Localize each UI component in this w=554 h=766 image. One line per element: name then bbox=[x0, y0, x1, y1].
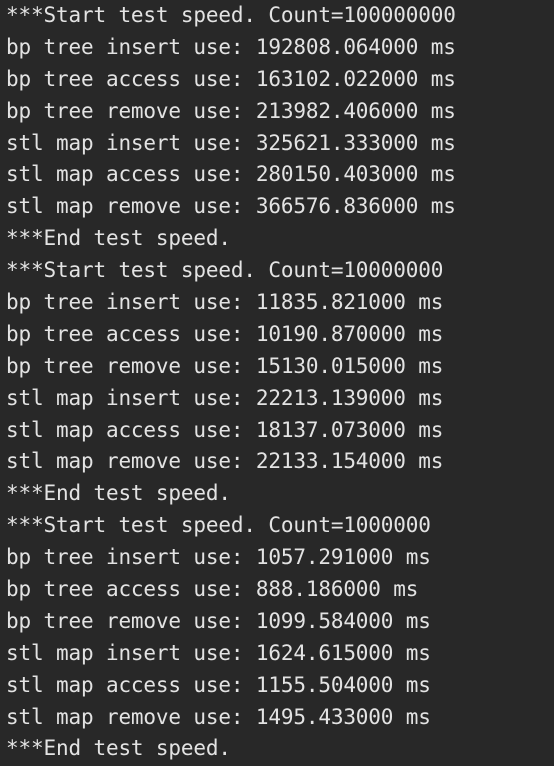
output-line-start: ***Start test speed. Count=1000000 bbox=[6, 513, 431, 538]
output-line: stl map access use: 280150.403000 ms bbox=[6, 162, 456, 187]
output-line: stl map remove use: 1495.433000 ms bbox=[6, 704, 431, 729]
output-line: stl map insert use: 1624.615000 ms bbox=[6, 640, 431, 665]
output-line: bp tree access use: 163102.022000 ms bbox=[6, 66, 456, 91]
output-line: stl map insert use: 325621.333000 ms bbox=[6, 130, 456, 155]
terminal-output[interactable]: ***Start test speed. Count=100000000 bp … bbox=[0, 0, 554, 766]
output-line: bp tree remove use: 1099.584000 ms bbox=[6, 608, 431, 633]
output-line: stl map remove use: 366576.836000 ms bbox=[6, 194, 456, 219]
output-line: stl map access use: 18137.073000 ms bbox=[6, 417, 444, 442]
output-line: stl map insert use: 22213.139000 ms bbox=[6, 385, 444, 410]
output-line: bp tree insert use: 1057.291000 ms bbox=[6, 545, 431, 570]
output-line: bp tree access use: 10190.870000 ms bbox=[6, 321, 444, 346]
output-lines: ***Start test speed. Count=100000000 bp … bbox=[6, 0, 554, 765]
output-line: bp tree remove use: 213982.406000 ms bbox=[6, 98, 456, 123]
output-line: stl map access use: 1155.504000 ms bbox=[6, 672, 431, 697]
output-line-end: ***End test speed. bbox=[6, 226, 231, 251]
output-line: bp tree remove use: 15130.015000 ms bbox=[6, 353, 444, 378]
output-line: bp tree insert use: 11835.821000 ms bbox=[6, 290, 444, 315]
output-line: stl map remove use: 22133.154000 ms bbox=[6, 449, 444, 474]
output-line: bp tree insert use: 192808.064000 ms bbox=[6, 34, 456, 59]
output-line: bp tree access use: 888.186000 ms bbox=[6, 577, 419, 602]
output-line-end: ***End test speed. bbox=[6, 481, 231, 506]
output-line-start: ***Start test speed. Count=10000000 bbox=[6, 258, 444, 283]
output-line-end: ***End test speed. bbox=[6, 736, 231, 761]
output-line-start: ***Start test speed. Count=100000000 bbox=[6, 3, 456, 27]
